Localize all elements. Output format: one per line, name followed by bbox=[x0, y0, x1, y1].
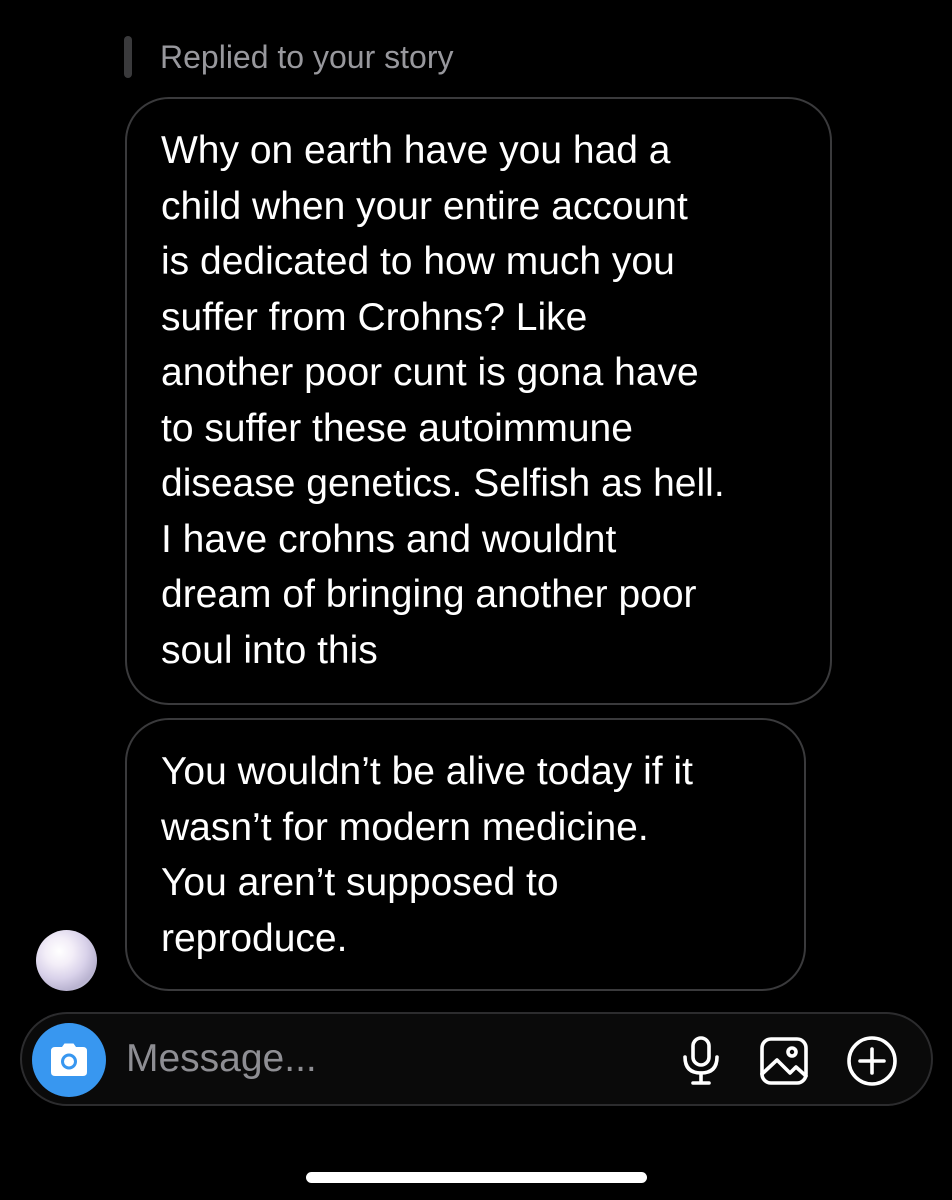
camera-icon bbox=[51, 1043, 87, 1076]
message-bubble[interactable]: You wouldn’t be alive today if it wasn’t… bbox=[125, 718, 806, 991]
message-bubble[interactable]: Why on earth have you had a child when y… bbox=[125, 97, 832, 705]
message-line: wasn’t for modern medicine. bbox=[161, 805, 649, 849]
message-line: You wouldn’t be alive today if it bbox=[161, 750, 693, 793]
camera-button[interactable] bbox=[32, 1023, 106, 1097]
message-line: another poor cunt is gona have bbox=[161, 351, 699, 394]
home-indicator[interactable] bbox=[306, 1172, 647, 1183]
image-gallery-icon bbox=[760, 1037, 808, 1085]
sender-avatar[interactable] bbox=[36, 930, 97, 991]
message-line: is dedicated to how much you bbox=[161, 240, 675, 283]
message-line: soul into this bbox=[161, 628, 378, 672]
reply-context-label: Replied to your story bbox=[160, 39, 454, 75]
message-line: reproduce. bbox=[161, 916, 348, 960]
gallery-button[interactable] bbox=[758, 1035, 810, 1087]
message-input[interactable] bbox=[126, 1034, 646, 1084]
message-line: Why on earth have you had a bbox=[161, 129, 671, 172]
message-line: dream of bringing another poor bbox=[161, 573, 697, 616]
message-line: disease genetics. Selfish as hell. bbox=[161, 462, 725, 505]
message-line: You aren’t supposed to bbox=[161, 861, 559, 904]
message-composer bbox=[20, 1012, 933, 1106]
more-options-button[interactable] bbox=[846, 1035, 898, 1087]
message-line: suffer from Crohns? Like bbox=[161, 295, 588, 339]
message-line: I have crohns and wouldnt bbox=[161, 517, 617, 561]
reply-indicator-bar bbox=[124, 36, 132, 78]
message-line: child when your entire account bbox=[161, 184, 688, 228]
message-line: to suffer these autoimmune bbox=[161, 406, 633, 450]
voice-message-button[interactable] bbox=[675, 1035, 727, 1087]
microphone-icon bbox=[683, 1036, 719, 1085]
plus-circle-icon bbox=[847, 1036, 897, 1086]
